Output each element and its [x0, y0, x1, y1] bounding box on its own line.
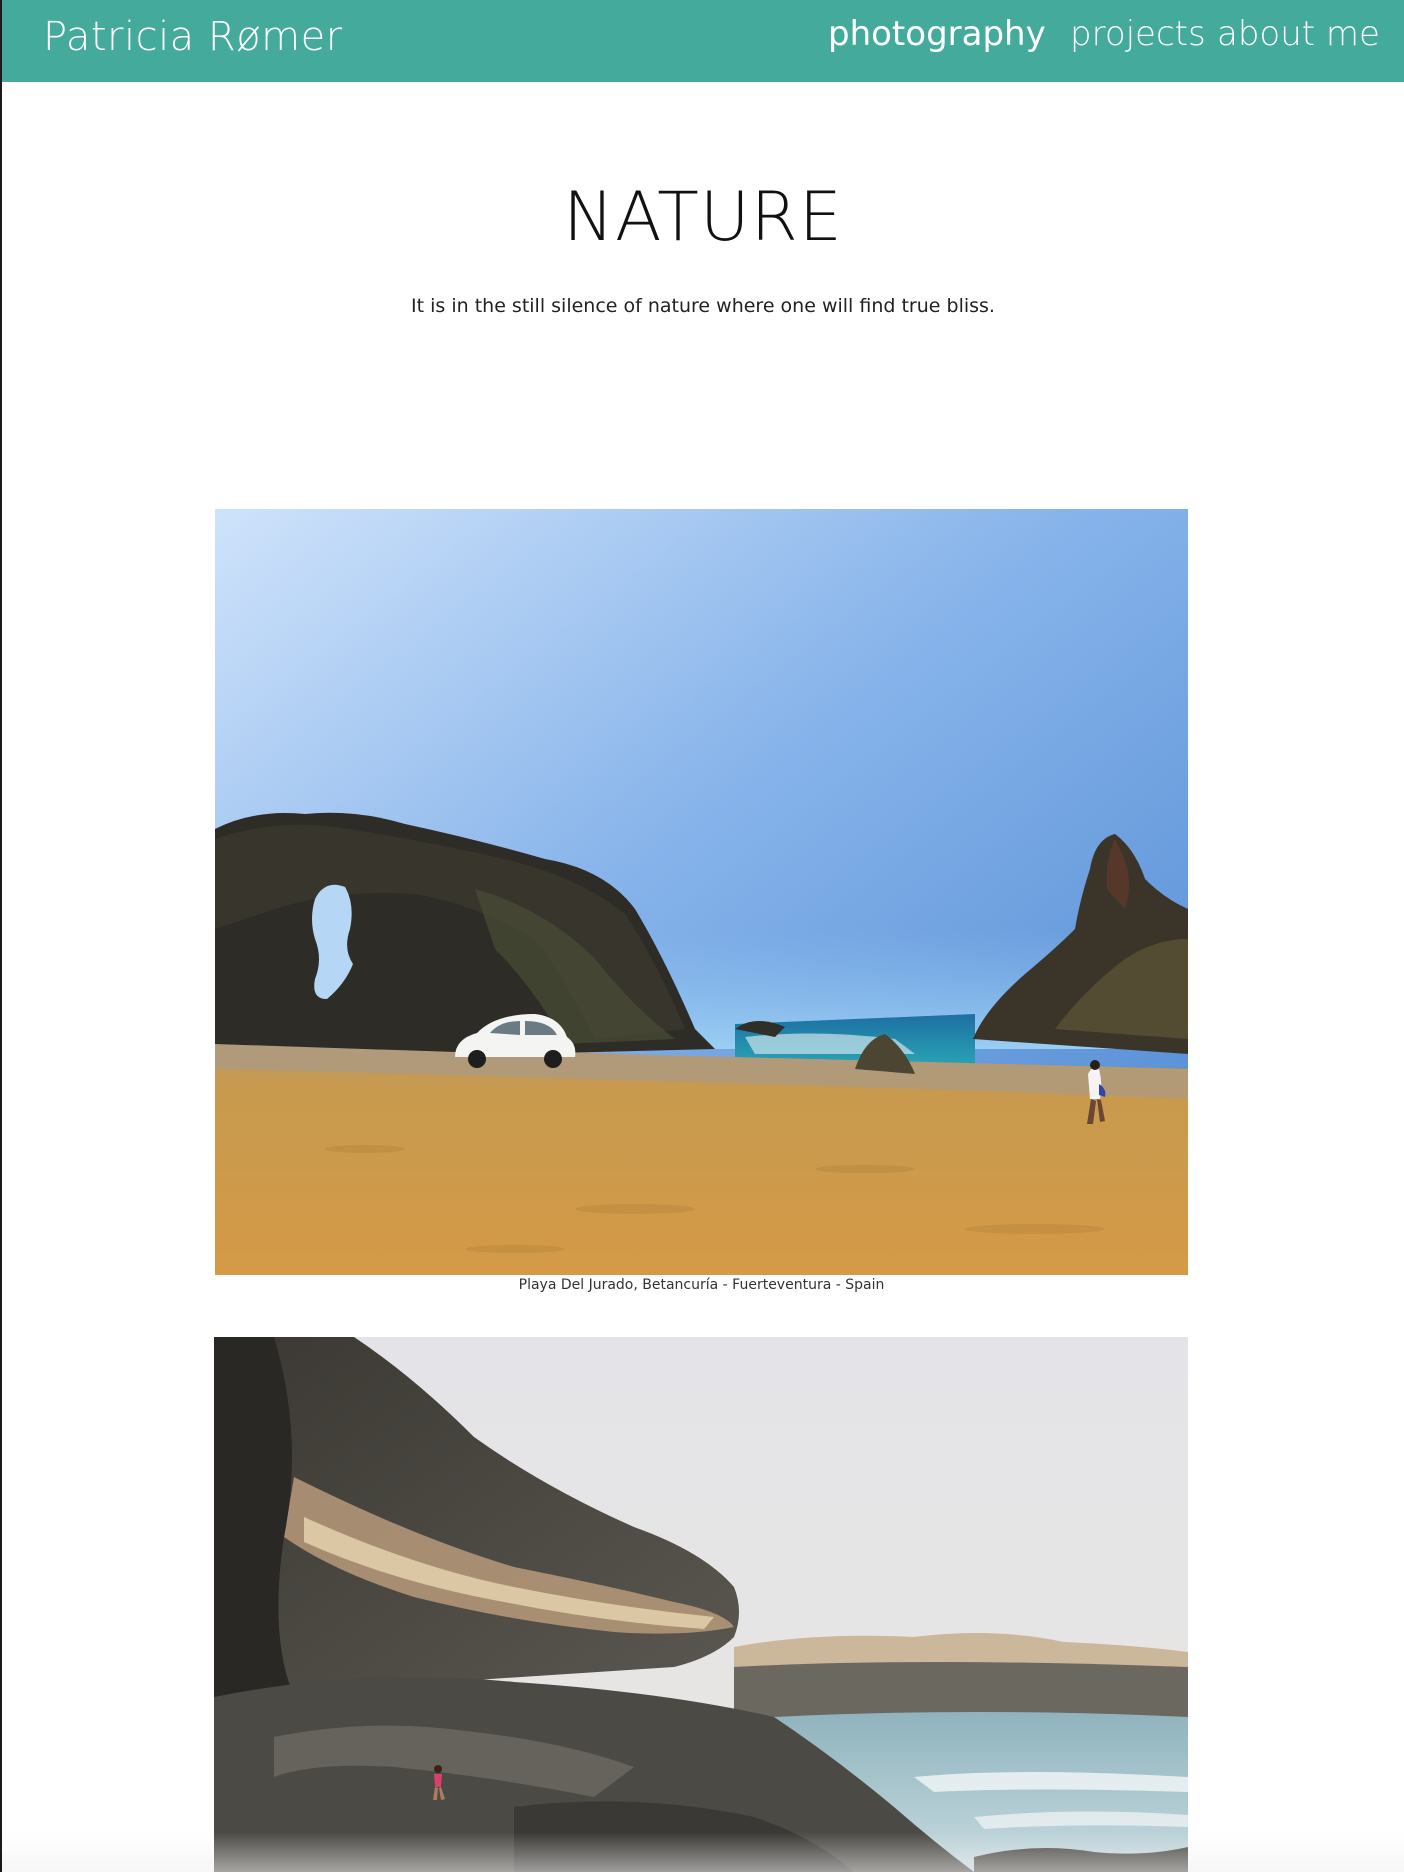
photo-image	[214, 1337, 1188, 1872]
top-navbar: Patricia Rømer photography projects abou…	[2, 0, 1404, 82]
photo-image	[215, 509, 1188, 1275]
page-tagline: It is in the still silence of nature whe…	[411, 295, 995, 317]
brand-link[interactable]: Patricia Rømer	[43, 14, 343, 60]
photo-caption: Playa Del Jurado, Betancuría - Fuerteven…	[518, 1277, 885, 1293]
page: Patricia Rømer photography projects abou…	[0, 0, 1404, 1872]
nav-link-projects[interactable]: projects	[1070, 14, 1206, 54]
nav-link-photography[interactable]: photography	[828, 14, 1046, 54]
nav-link-about-me[interactable]: about me	[1217, 14, 1380, 54]
photo-playa-del-jurado[interactable]	[215, 509, 1188, 1275]
page-title: NATURE	[563, 178, 843, 257]
photo-coastal-cliffs[interactable]	[214, 1337, 1188, 1872]
